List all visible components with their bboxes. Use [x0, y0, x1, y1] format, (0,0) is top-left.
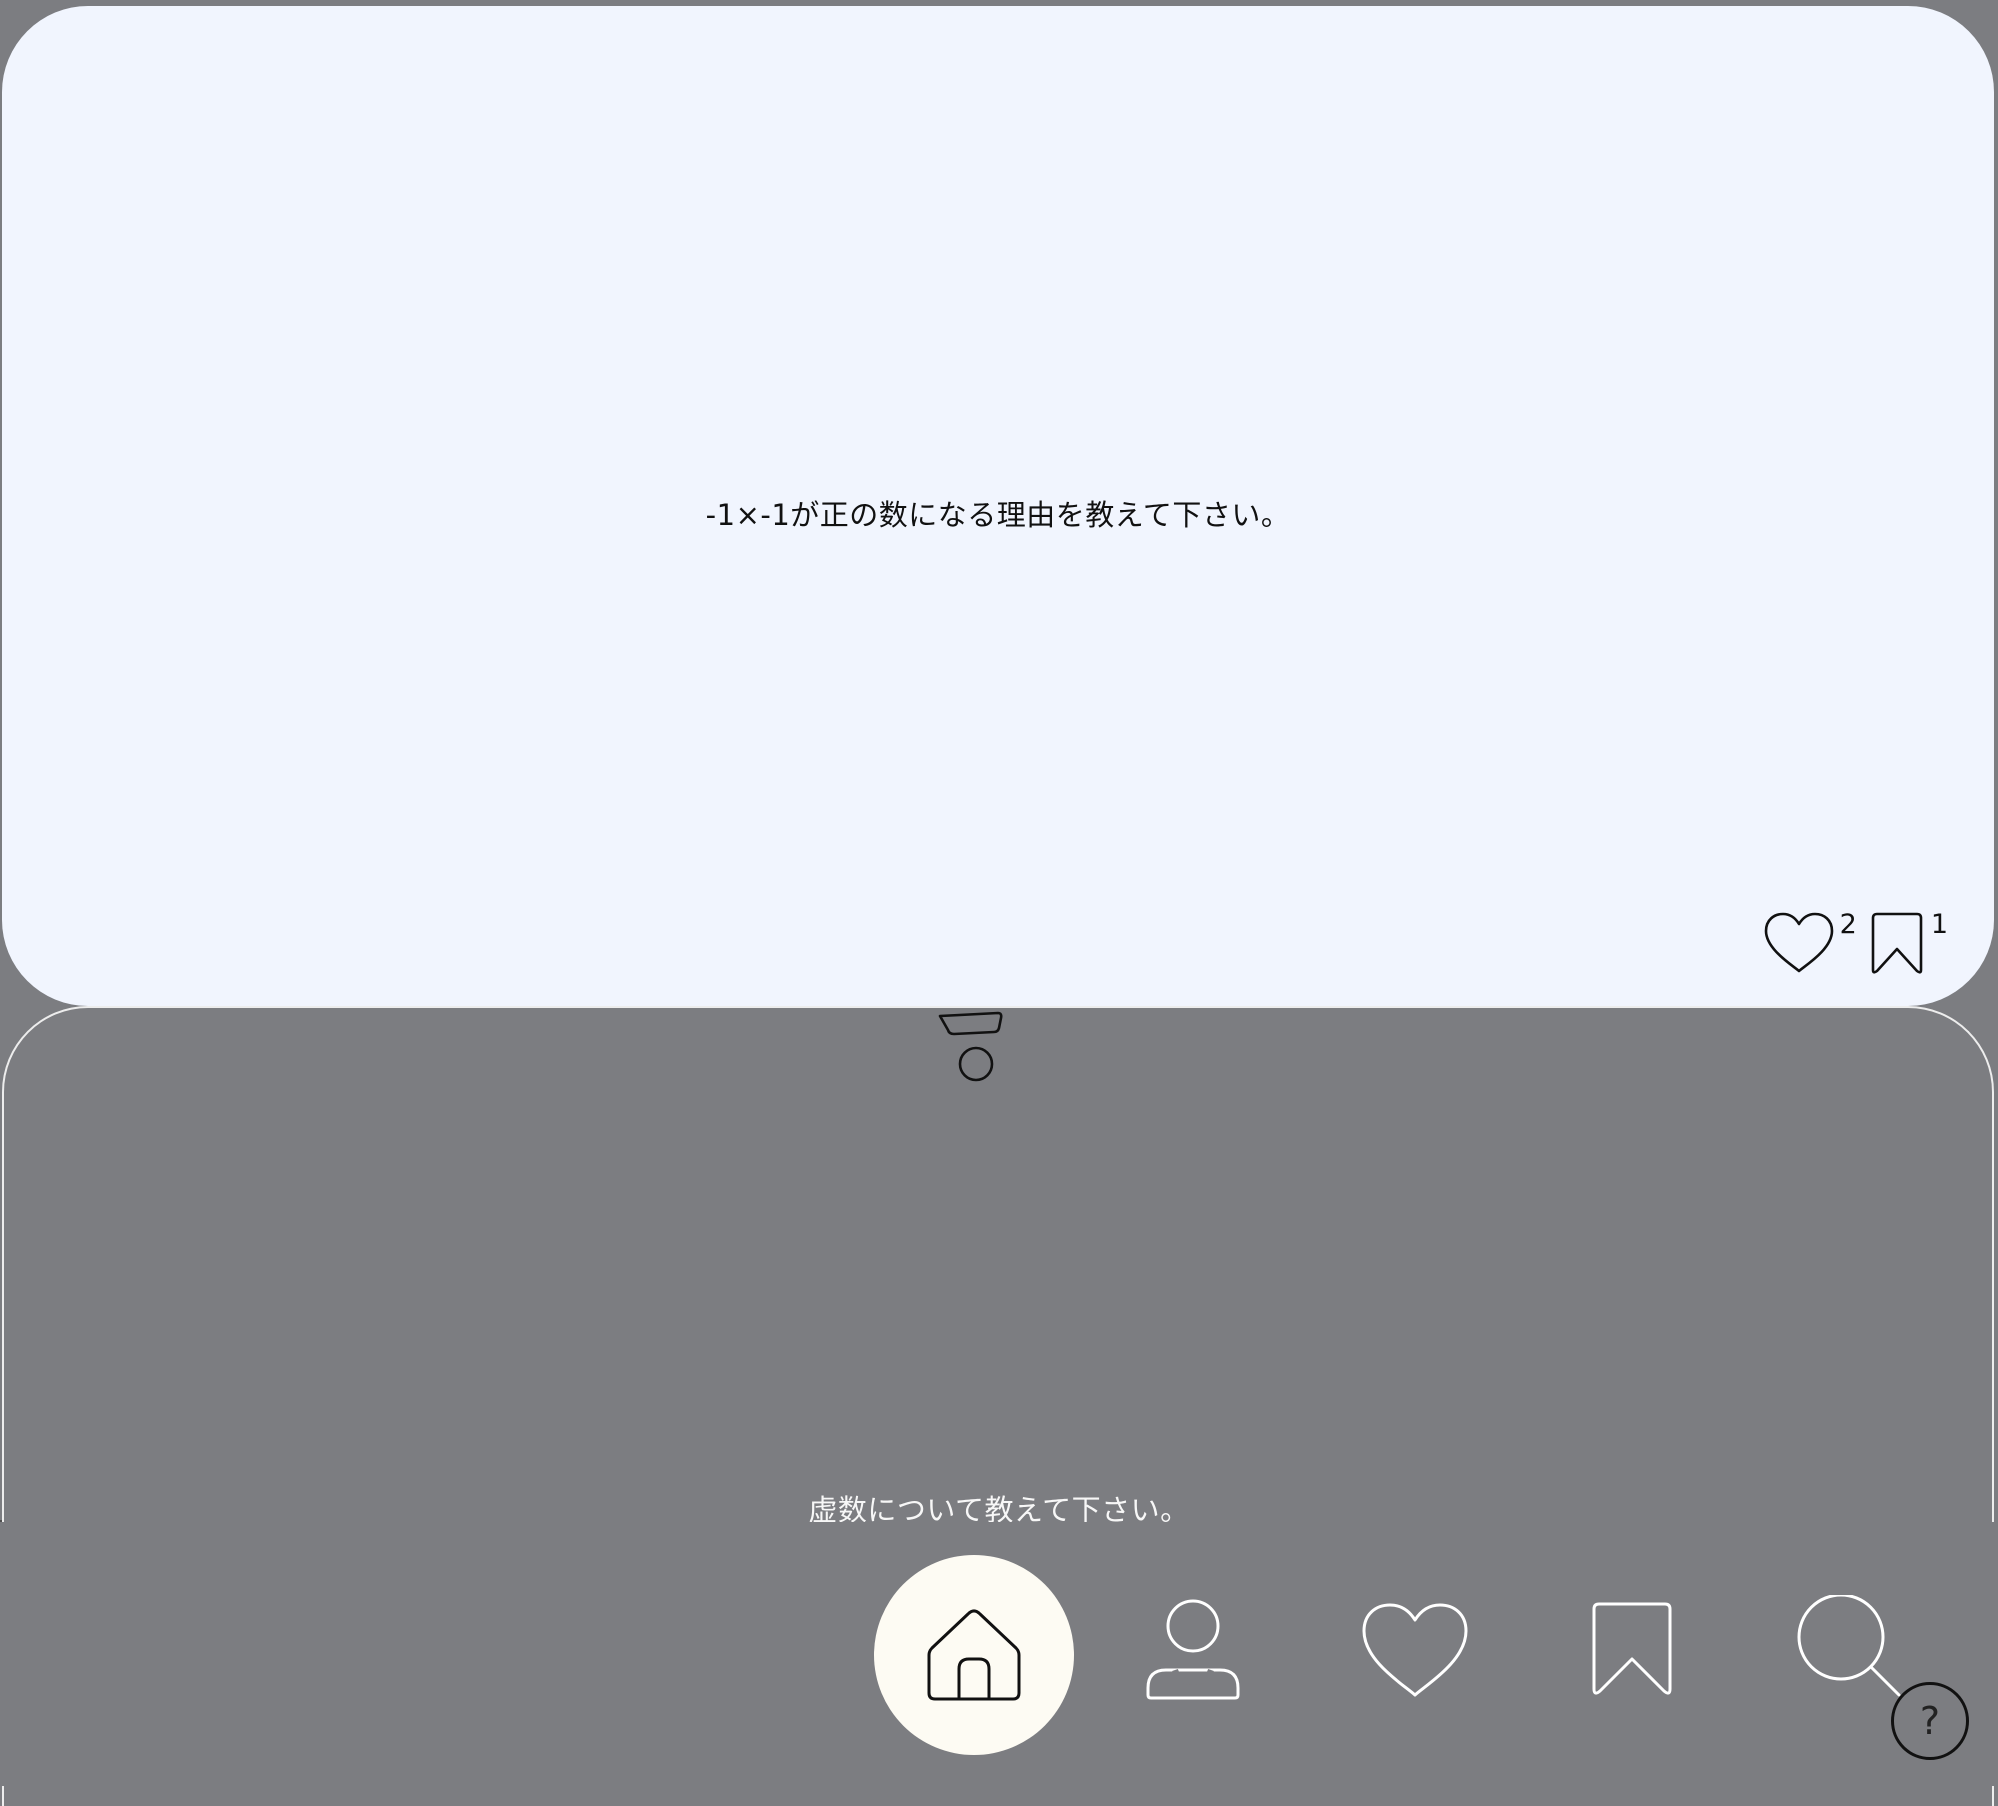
question-card[interactable]: -1×-1が正の数になる理由を教えて下さい。 2 1 — [2, 6, 1994, 1006]
help-button[interactable]: ? — [1891, 1682, 1969, 1760]
bookmark-icon — [1867, 911, 1927, 981]
nav-home-button[interactable] — [874, 1555, 1074, 1755]
nav-profile-button[interactable] — [1133, 1592, 1253, 1712]
bookmark-button[interactable]: 1 — [1867, 909, 1958, 981]
nav-search-button[interactable] — [1790, 1592, 1910, 1712]
heart-icon — [1360, 1601, 1470, 1703]
pull-handle-icon[interactable] — [936, 1008, 1006, 1090]
question-text: -1×-1が正の数になる理由を教えて下さい。 — [705, 498, 1291, 532]
like-count: 2 — [1839, 909, 1857, 940]
card-actions: 2 1 — [1762, 909, 1958, 981]
bookmark-count: 1 — [1930, 909, 1948, 940]
nav-bookmarks-button[interactable] — [1572, 1592, 1692, 1712]
bottom-nav — [0, 1522, 1998, 1786]
nav-likes-button[interactable] — [1352, 1592, 1478, 1712]
search-icon — [1795, 1593, 1905, 1709]
heart-icon — [1762, 911, 1836, 979]
like-button[interactable]: 2 — [1762, 909, 1867, 979]
bookmark-icon — [1588, 1601, 1676, 1703]
home-icon — [924, 1603, 1024, 1707]
profile-icon — [1145, 1598, 1241, 1706]
